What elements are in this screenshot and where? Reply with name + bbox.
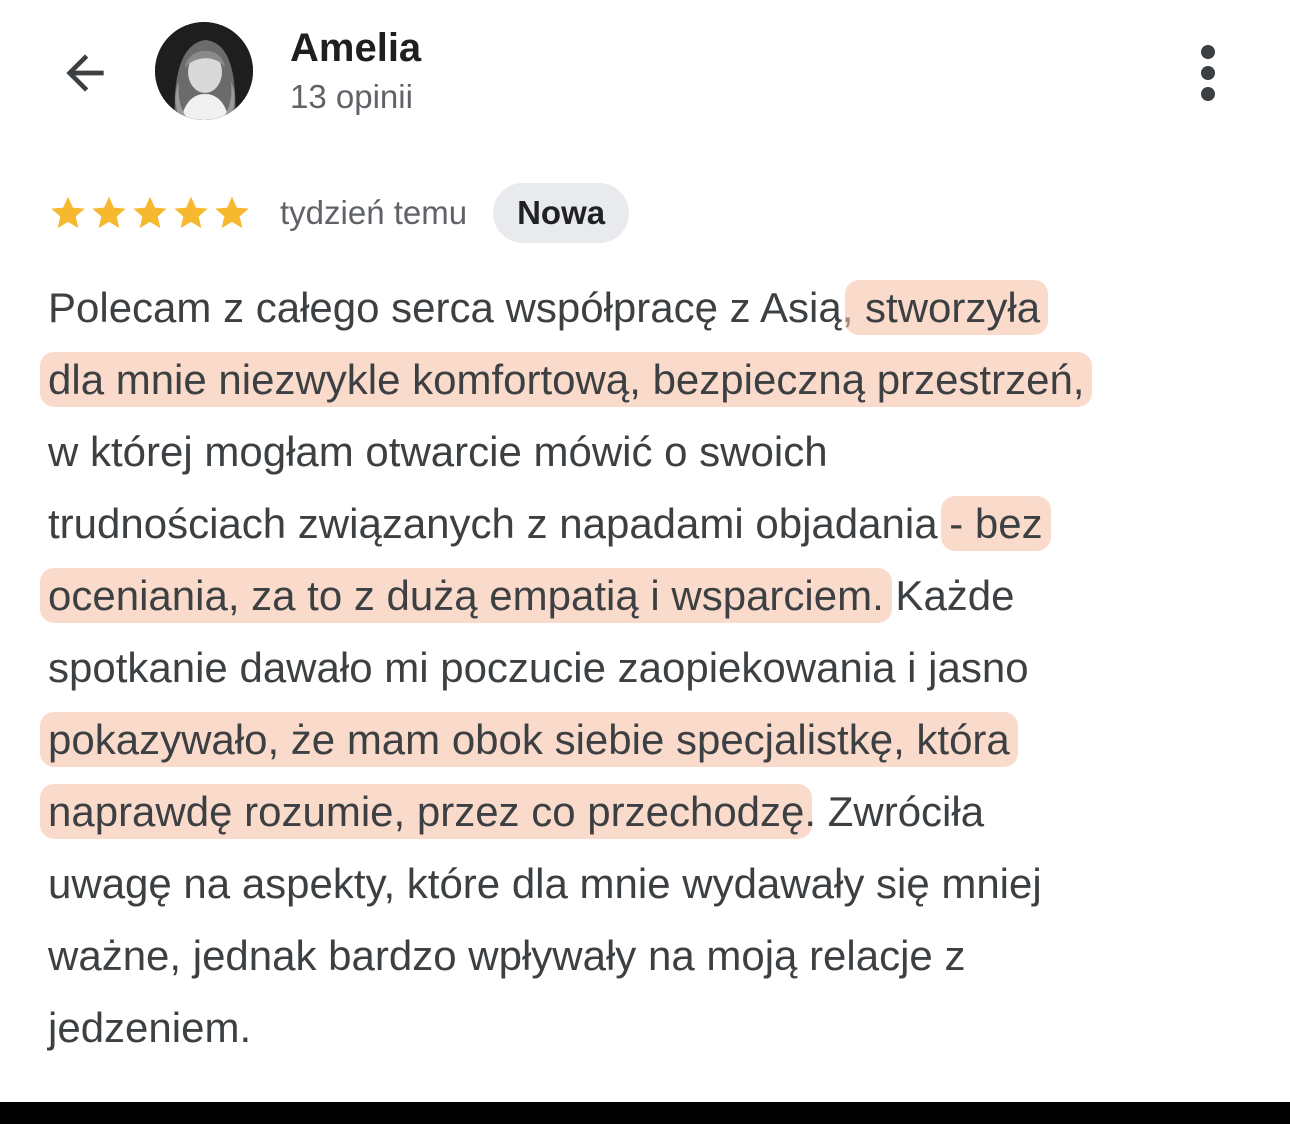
review-line: dla mnie niezwykle komfortową, bezpieczn… [40, 344, 1268, 416]
review-line-text: spotkanie dawało mi poczucie zaopiekowan… [48, 644, 1029, 691]
review-text: Polecam z całego serca współpracę z Asią… [40, 272, 1268, 1064]
review-line-text: trudnościach związanych z napadami objad… [48, 500, 950, 547]
star-rating [48, 193, 252, 233]
review-line: naprawdę rozumie, przez co przechodzę. Z… [40, 776, 1268, 848]
star-icon [174, 196, 208, 229]
highlighted-text: naprawdę rozumie, przez co przechodzę [40, 784, 813, 839]
star-icon [92, 196, 126, 229]
back-button[interactable] [50, 38, 120, 108]
review-line: Polecam z całego serca współpracę z Asią… [48, 272, 1268, 344]
review-line: spotkanie dawało mi poczucie zaopiekowan… [48, 632, 1268, 704]
review-line: trudnościach związanych z napadami objad… [48, 488, 1268, 560]
review-line-text: w której mogłam otwarcie mówić o swoich [48, 428, 828, 475]
review-line-text: Polecam z całego serca współpracę z Asią… [48, 284, 854, 331]
review-page: Amelia 13 opinii tydzień temu Nowa Polec… [0, 0, 1290, 1124]
avatar[interactable] [155, 22, 253, 120]
highlighted-text: stworzyła [845, 280, 1049, 335]
review-meta: tydzień temu Nowa [48, 183, 630, 243]
review-line-text: ważne, jednak bardzo wpływały na moją re… [48, 932, 966, 979]
author-name[interactable]: Amelia [290, 26, 421, 71]
review-line: oceniania, za to z dużą empatią i wsparc… [40, 560, 1268, 632]
highlighted-text: pokazywało, że mam obok siebie specjalis… [40, 712, 1018, 767]
highlighted-text: oceniania, za to z dużą empatią i wsparc… [40, 568, 892, 623]
more-options-button[interactable] [1180, 40, 1235, 105]
review-line: w której mogłam otwarcie mówić o swoich [48, 416, 1268, 488]
avatar-photo [155, 22, 253, 120]
review-line: pokazywało, że mam obok siebie specjalis… [40, 704, 1268, 776]
review-line: uwagę na aspekty, które dla mnie wydawał… [48, 848, 1268, 920]
star-icon [215, 196, 249, 229]
star-icon [51, 196, 85, 229]
star-icon [133, 196, 167, 229]
highlighted-text: dla mnie niezwykle komfortową, bezpieczn… [40, 352, 1093, 407]
arrow-left-icon [66, 54, 104, 92]
new-badge: Nowa [493, 183, 630, 243]
review-line-text: Każde [883, 572, 1015, 619]
review-date: tydzień temu [280, 194, 468, 231]
review-header: Amelia 13 opinii [0, 0, 1290, 140]
review-line: jedzeniem. [48, 992, 1268, 1064]
more-vert-icon [1200, 44, 1215, 101]
bottom-bar [0, 1102, 1290, 1124]
review-line-text: uwagę na aspekty, które dla mnie wydawał… [48, 860, 1042, 907]
review-line-text: . Zwróciła [804, 788, 985, 835]
review-line: ważne, jednak bardzo wpływały na moją re… [48, 920, 1268, 992]
review-count: 13 opinii [290, 78, 413, 115]
review-line-text: jedzeniem. [48, 1004, 252, 1051]
highlighted-text: - bez [941, 496, 1051, 551]
